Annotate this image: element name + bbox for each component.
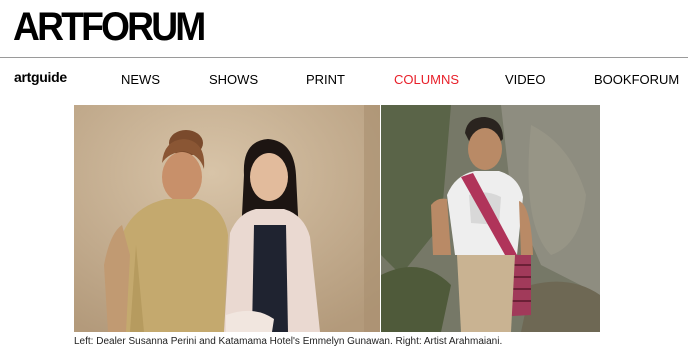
photo-artist-outdoors [381, 105, 600, 332]
nav-news[interactable]: NEWS [121, 72, 160, 88]
nav-artguide[interactable]: artguide [14, 69, 67, 85]
nav-shows[interactable]: SHOWS [209, 72, 258, 88]
nav-print[interactable]: PRINT [306, 72, 345, 88]
photo-two-women [74, 105, 380, 332]
artforum-logo[interactable]: ARTFORUM [13, 6, 206, 48]
site-header: ARTFORUM [0, 0, 688, 58]
photo-caption: Left: Dealer Susanna Perini and Katamama… [74, 336, 503, 347]
main-nav: artguide NEWS SHOWS PRINT COLUMNS VIDEO … [0, 58, 688, 102]
nav-columns[interactable]: COLUMNS [394, 72, 459, 88]
nav-bookforum[interactable]: BOOKFORUM [594, 72, 679, 88]
photo-right [381, 105, 600, 332]
nav-video[interactable]: VIDEO [505, 72, 545, 88]
photo-left [74, 105, 380, 332]
